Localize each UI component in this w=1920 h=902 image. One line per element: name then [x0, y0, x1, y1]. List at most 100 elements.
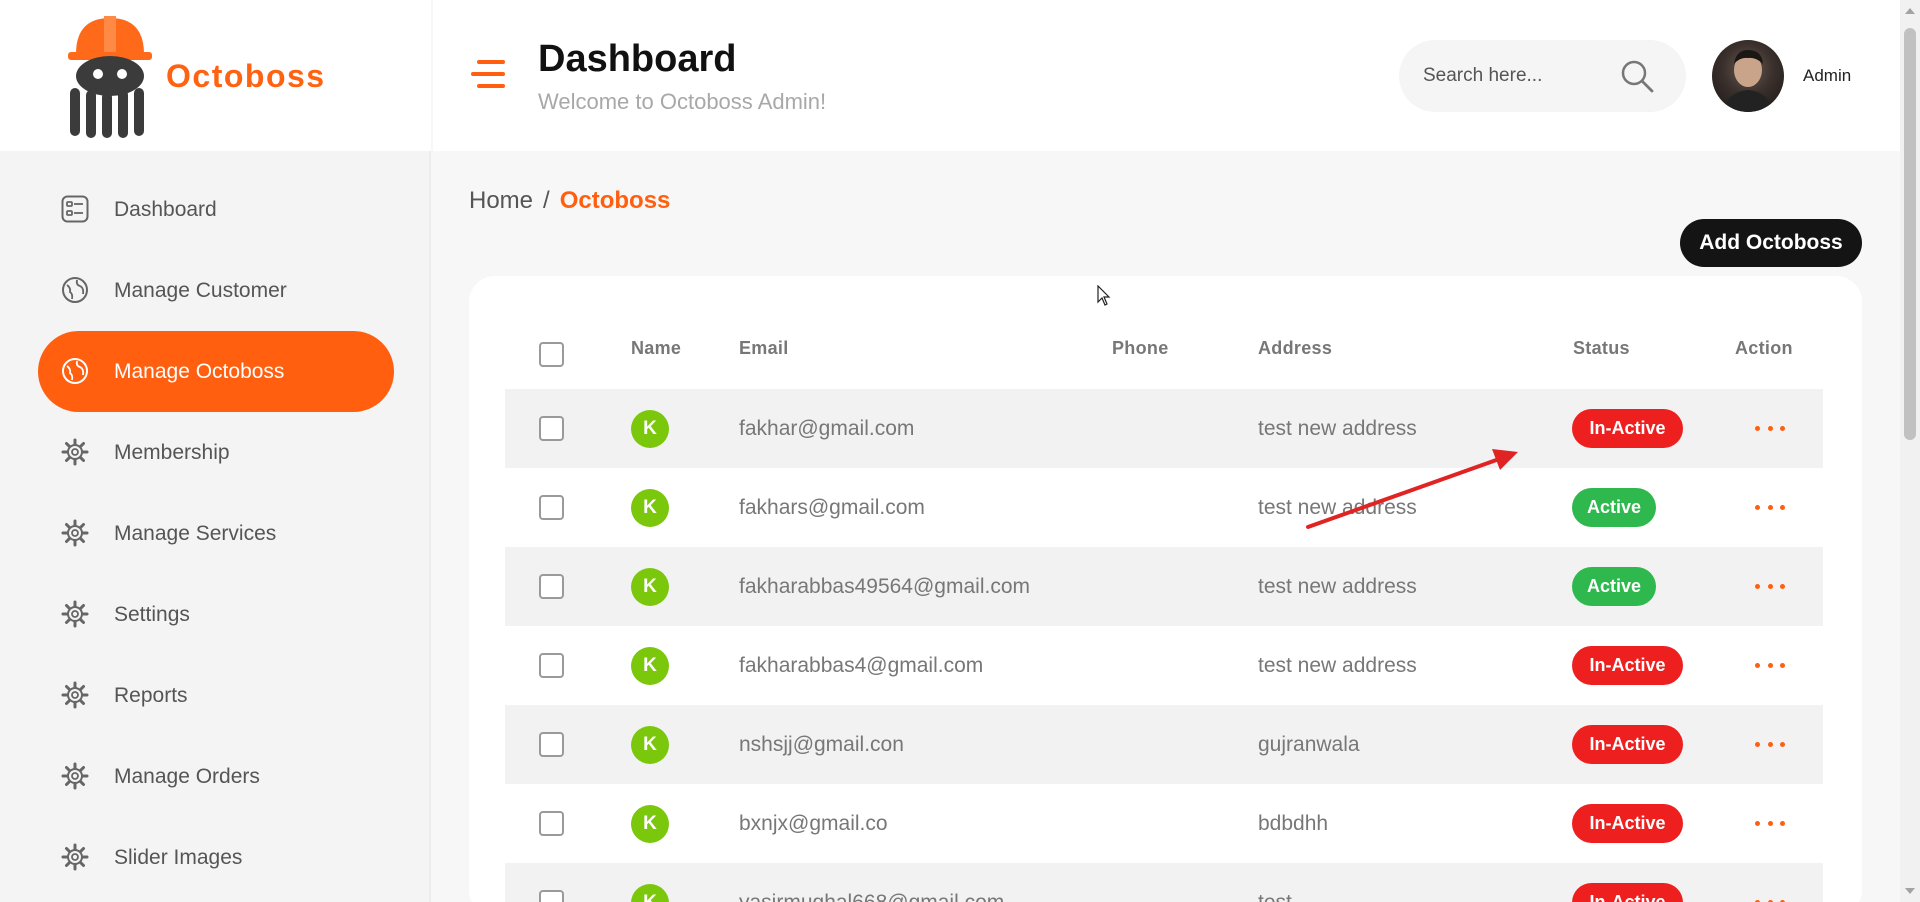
scrollbar-thumb[interactable] — [1904, 28, 1916, 440]
sidebar-item-label: Slider Images — [114, 845, 243, 869]
gear-icon — [60, 596, 90, 632]
email-cell: fakhars@gmail.com — [739, 496, 925, 519]
globe-icon — [60, 353, 90, 389]
octoboss-table-card: Name Email Phone Address Status Action K… — [469, 276, 1862, 902]
column-header-email[interactable]: Email — [739, 338, 789, 359]
menu-toggle-icon[interactable] — [471, 60, 505, 88]
sidebar-item-label: Settings — [114, 602, 190, 626]
row-checkbox[interactable] — [539, 416, 564, 441]
address-cell: test — [1258, 891, 1292, 902]
more-actions-icon[interactable] — [1755, 731, 1785, 757]
user-name[interactable]: Admin — [1803, 66, 1851, 86]
more-actions-icon[interactable] — [1755, 889, 1785, 902]
sidebar-item-label: Reports — [114, 683, 188, 707]
globe-icon — [60, 272, 90, 308]
email-cell: fakhar@gmail.com — [739, 417, 915, 440]
address-cell: test new address — [1258, 496, 1417, 519]
name-initial-badge: K — [631, 726, 669, 764]
top-header: Dashboard Welcome to Octoboss Admin! Adm… — [433, 0, 1900, 151]
sidebar-item-label: Manage Octoboss — [114, 359, 285, 383]
more-actions-icon[interactable] — [1755, 415, 1785, 441]
table-row[interactable]: K fakharabbas4@gmail.com test new addres… — [505, 626, 1823, 705]
name-initial-badge: K — [631, 489, 669, 527]
email-cell: fakharabbas4@gmail.com — [739, 654, 984, 677]
sidebar-item-manage-customer[interactable]: Manage Customer — [38, 250, 394, 331]
scroll-down-icon[interactable] — [1905, 888, 1915, 894]
breadcrumb-separator: / — [543, 187, 550, 214]
sidebar-item-settings[interactable]: Settings — [38, 574, 394, 655]
more-actions-icon[interactable] — [1755, 652, 1785, 678]
table-row[interactable]: K yasirmughal668@gmail.com test In-Activ… — [505, 863, 1823, 902]
email-cell: yasirmughal668@gmail.com — [739, 891, 1004, 902]
sidebar-item-label: Dashboard — [114, 197, 217, 221]
column-header-phone[interactable]: Phone — [1112, 338, 1169, 359]
page-subtitle: Welcome to Octoboss Admin! — [538, 89, 827, 114]
name-initial-badge: K — [631, 805, 669, 843]
page-scrollbar[interactable] — [1900, 0, 1920, 902]
row-checkbox[interactable] — [539, 495, 564, 520]
table-row[interactable]: K nshsjj@gmail.con gujranwala In-Active — [505, 705, 1823, 784]
sidebar-item-label: Manage Customer — [114, 278, 287, 302]
scroll-up-icon[interactable] — [1905, 8, 1915, 14]
table-row[interactable]: K fakhar@gmail.com test new address In-A… — [505, 389, 1823, 468]
status-badge[interactable]: In-Active — [1572, 804, 1683, 843]
mouse-cursor-icon — [1097, 285, 1111, 306]
gear-icon — [60, 515, 90, 551]
sidebar-item-label: Manage Services — [114, 521, 277, 545]
table-row[interactable]: K fakhars@gmail.com test new address Act… — [505, 468, 1823, 547]
status-badge[interactable]: In-Active — [1572, 725, 1683, 764]
sidebar-item-manage-orders[interactable]: Manage Orders — [38, 736, 394, 817]
row-checkbox[interactable] — [539, 653, 564, 678]
sidebar-item-manage-octoboss[interactable]: Manage Octoboss — [38, 331, 394, 412]
email-cell: fakharabbas49564@gmail.com — [739, 575, 1030, 598]
octopus-hardhat-logo[interactable] — [64, 14, 156, 138]
breadcrumb-home[interactable]: Home — [469, 187, 533, 215]
status-badge[interactable]: In-Active — [1572, 883, 1683, 902]
sidebar-item-slider-images[interactable]: Slider Images — [38, 817, 394, 898]
sidebar-item-manage-services[interactable]: Manage Services — [38, 493, 394, 574]
sidebar-item-label: Membership — [114, 440, 230, 464]
select-all-checkbox[interactable] — [539, 342, 564, 367]
column-header-action: Action — [1735, 338, 1793, 358]
row-checkbox[interactable] — [539, 732, 564, 757]
brand-header: Octoboss — [0, 0, 431, 151]
sidebar-item-membership[interactable]: Membership — [38, 412, 394, 493]
status-badge[interactable]: Active — [1572, 567, 1656, 606]
row-checkbox[interactable] — [539, 890, 564, 902]
column-header-status[interactable]: Status — [1573, 338, 1630, 359]
sidebar-item-dashboard[interactable]: Dashboard — [38, 169, 394, 250]
dashboard-icon — [60, 191, 90, 227]
column-header-name[interactable]: Name — [631, 338, 681, 359]
more-actions-icon[interactable] — [1755, 810, 1785, 836]
table-header: Name Email Phone Address Status Action — [505, 338, 1823, 368]
email-cell: bxnjx@gmail.co — [739, 812, 888, 835]
status-badge[interactable]: In-Active — [1572, 409, 1683, 448]
name-initial-badge: K — [631, 568, 669, 606]
gear-icon — [60, 434, 90, 470]
more-actions-icon[interactable] — [1755, 573, 1785, 599]
gear-icon — [60, 758, 90, 794]
gear-icon — [60, 677, 90, 713]
avatar[interactable] — [1712, 40, 1784, 112]
table-row[interactable]: K bxnjx@gmail.co bdbdhh In-Active — [505, 784, 1823, 863]
address-cell: test new address — [1258, 575, 1417, 598]
table-row[interactable]: K fakharabbas49564@gmail.com test new ad… — [505, 547, 1823, 626]
brand-name: Octoboss — [166, 58, 326, 94]
status-badge[interactable]: Active — [1572, 488, 1656, 527]
sidebar-item-reports[interactable]: Reports — [38, 655, 394, 736]
row-checkbox[interactable] — [539, 811, 564, 836]
sidebar: Octoboss Dashboard Manage Customer Manag… — [0, 0, 431, 902]
search-input[interactable] — [1423, 60, 1623, 92]
address-cell: test new address — [1258, 654, 1417, 677]
name-initial-badge: K — [631, 410, 669, 448]
address-cell: test new address — [1258, 417, 1417, 440]
search-icon[interactable] — [1619, 58, 1655, 94]
gear-icon — [60, 839, 90, 875]
row-checkbox[interactable] — [539, 574, 564, 599]
status-badge[interactable]: In-Active — [1572, 646, 1683, 685]
column-header-address[interactable]: Address — [1258, 338, 1332, 359]
page-title: Dashboard — [538, 38, 737, 80]
add-octoboss-button[interactable]: Add Octoboss — [1680, 219, 1862, 267]
search-box — [1399, 40, 1686, 112]
more-actions-icon[interactable] — [1755, 494, 1785, 520]
